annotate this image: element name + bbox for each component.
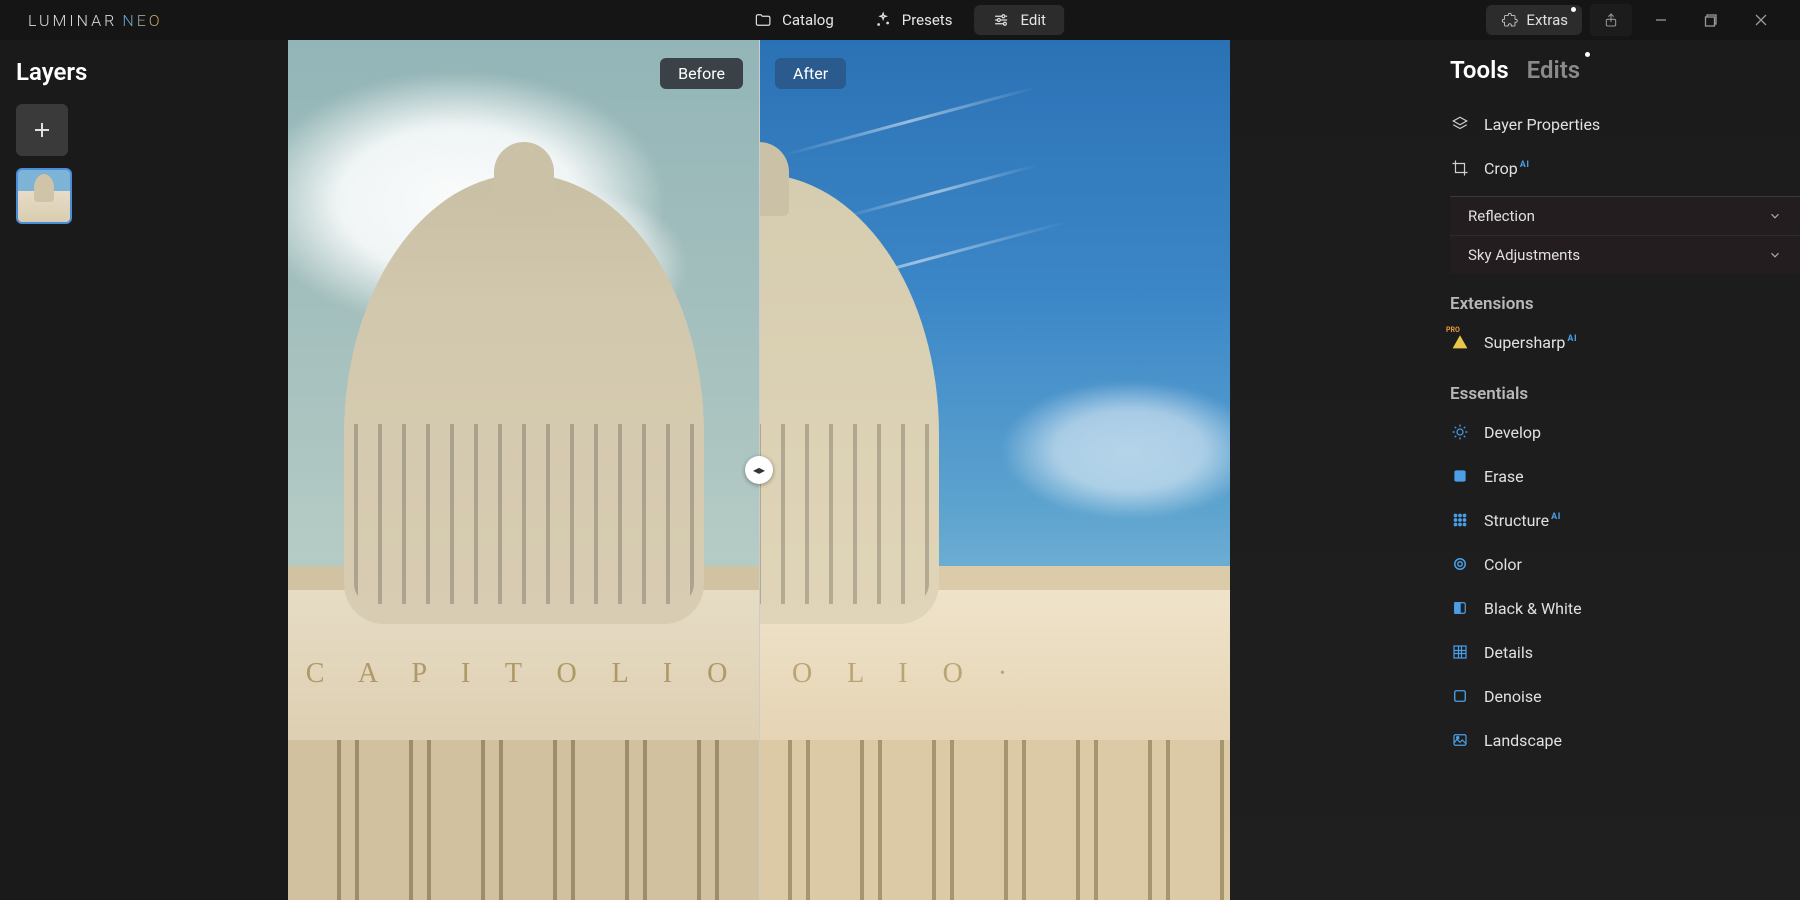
color-ring-icon xyxy=(1451,555,1469,573)
close-button[interactable] xyxy=(1740,4,1782,36)
grid-dots-icon xyxy=(1451,511,1469,529)
crop-icon xyxy=(1451,159,1469,177)
minimize-button[interactable] xyxy=(1640,4,1682,36)
share-button[interactable] xyxy=(1590,4,1632,36)
building-inscription: · C A P I T O L I O · xyxy=(759,658,1230,690)
pane-tab-tools[interactable]: Tools xyxy=(1450,56,1509,84)
tab-label: Catalog xyxy=(782,11,834,29)
tab-label: Edit xyxy=(1020,11,1045,29)
tool-structure[interactable]: StructureAI xyxy=(1450,498,1780,542)
pane-tab-edits[interactable]: Edits xyxy=(1527,56,1580,84)
sun-icon xyxy=(1451,423,1469,441)
tool-layer-properties[interactable]: Layer Properties xyxy=(1450,102,1780,146)
tool-label: SupersharpAI xyxy=(1484,333,1577,352)
tool-develop[interactable]: Develop xyxy=(1450,410,1780,454)
layers-title: Layers xyxy=(16,58,272,86)
folder-icon xyxy=(754,11,772,29)
layers-panel: Layers xyxy=(0,40,288,900)
tab-presets[interactable]: Presets xyxy=(856,5,971,35)
pro-badge: PRO xyxy=(1446,326,1460,334)
mode-tabs: Catalog Presets Edit xyxy=(736,5,1064,35)
tool-erase[interactable]: Erase xyxy=(1450,454,1780,498)
building-inscription: · C A P I T O L I O · xyxy=(288,658,759,690)
square-icon xyxy=(1451,687,1469,705)
tool-color[interactable]: Color xyxy=(1450,542,1780,586)
tool-landscape[interactable]: Landscape xyxy=(1450,718,1780,762)
tool-crop[interactable]: CropAI xyxy=(1450,146,1780,190)
topbar: LUMINAR NEO Catalog Presets Edit Extras xyxy=(0,0,1800,40)
tool-label: Black & White xyxy=(1484,599,1582,618)
section-extensions: Extensions xyxy=(1450,294,1780,314)
topbar-right: Extras xyxy=(1486,4,1800,36)
notification-dot-icon xyxy=(1585,52,1590,57)
tool-label: Landscape xyxy=(1484,731,1562,750)
grid-icon xyxy=(1451,643,1469,661)
tool-label: CropAI xyxy=(1484,159,1529,178)
layers-icon xyxy=(1451,115,1469,133)
half-square-icon xyxy=(1451,599,1469,617)
maximize-icon xyxy=(1704,13,1718,27)
tab-label: Presets xyxy=(902,11,953,29)
landscape-icon xyxy=(1451,731,1469,749)
close-icon xyxy=(1754,13,1768,27)
image-after: · C A P I T O L I O · xyxy=(759,40,1230,900)
erase-icon xyxy=(1451,467,1469,485)
tool-details[interactable]: Details xyxy=(1450,630,1780,674)
sparkle-icon xyxy=(874,11,892,29)
tool-label: Layer Properties xyxy=(1484,115,1600,134)
compare-slider-handle[interactable]: ◂▸ xyxy=(745,456,773,484)
after-label: After xyxy=(775,58,846,89)
panel-label: Sky Adjustments xyxy=(1468,246,1580,264)
tool-label: Erase xyxy=(1484,467,1524,486)
image-before: · C A P I T O L I O · xyxy=(288,40,759,900)
extras-label: Extras xyxy=(1526,11,1568,29)
before-label: Before xyxy=(660,58,743,89)
tool-label: Develop xyxy=(1484,423,1541,442)
app-logo: LUMINAR NEO xyxy=(28,11,163,30)
panel-sky-adjustments[interactable]: Sky Adjustments xyxy=(1450,235,1800,274)
tool-label: Denoise xyxy=(1484,687,1542,706)
maximize-button[interactable] xyxy=(1690,4,1732,36)
notification-dot-icon xyxy=(1571,7,1576,12)
tab-catalog[interactable]: Catalog xyxy=(736,5,852,35)
triangle-warning-icon xyxy=(1451,333,1469,351)
share-icon xyxy=(1603,12,1619,28)
tools-panel: Tools Edits Layer Properties CropAI Refl… xyxy=(1230,40,1800,900)
image-canvas: · C A P I T O L I O · · C A P I T O L I … xyxy=(288,40,1230,900)
sliders-icon xyxy=(992,11,1010,29)
minimize-icon xyxy=(1654,13,1668,27)
section-essentials: Essentials xyxy=(1450,384,1780,404)
tool-supersharp[interactable]: PRO SupersharpAI xyxy=(1450,320,1780,364)
tool-label: StructureAI xyxy=(1484,511,1561,530)
add-layer-button[interactable] xyxy=(16,104,68,156)
panel-label: Reflection xyxy=(1468,207,1535,225)
tool-label: Color xyxy=(1484,555,1522,574)
panel-reflection[interactable]: Reflection xyxy=(1450,197,1800,235)
puzzle-icon xyxy=(1500,11,1518,29)
extras-button[interactable]: Extras xyxy=(1486,5,1582,35)
plus-icon xyxy=(30,118,54,142)
tab-edit[interactable]: Edit xyxy=(974,5,1063,35)
layer-thumbnail[interactable] xyxy=(16,168,72,224)
tool-label: Details xyxy=(1484,643,1533,662)
pane-tabs: Tools Edits xyxy=(1230,56,1800,84)
chevron-down-icon xyxy=(1768,209,1782,223)
tool-denoise[interactable]: Denoise xyxy=(1450,674,1780,718)
pane-tab-edits-label: Edits xyxy=(1527,56,1580,84)
tool-black-white[interactable]: Black & White xyxy=(1450,586,1780,630)
chevron-down-icon xyxy=(1768,248,1782,262)
